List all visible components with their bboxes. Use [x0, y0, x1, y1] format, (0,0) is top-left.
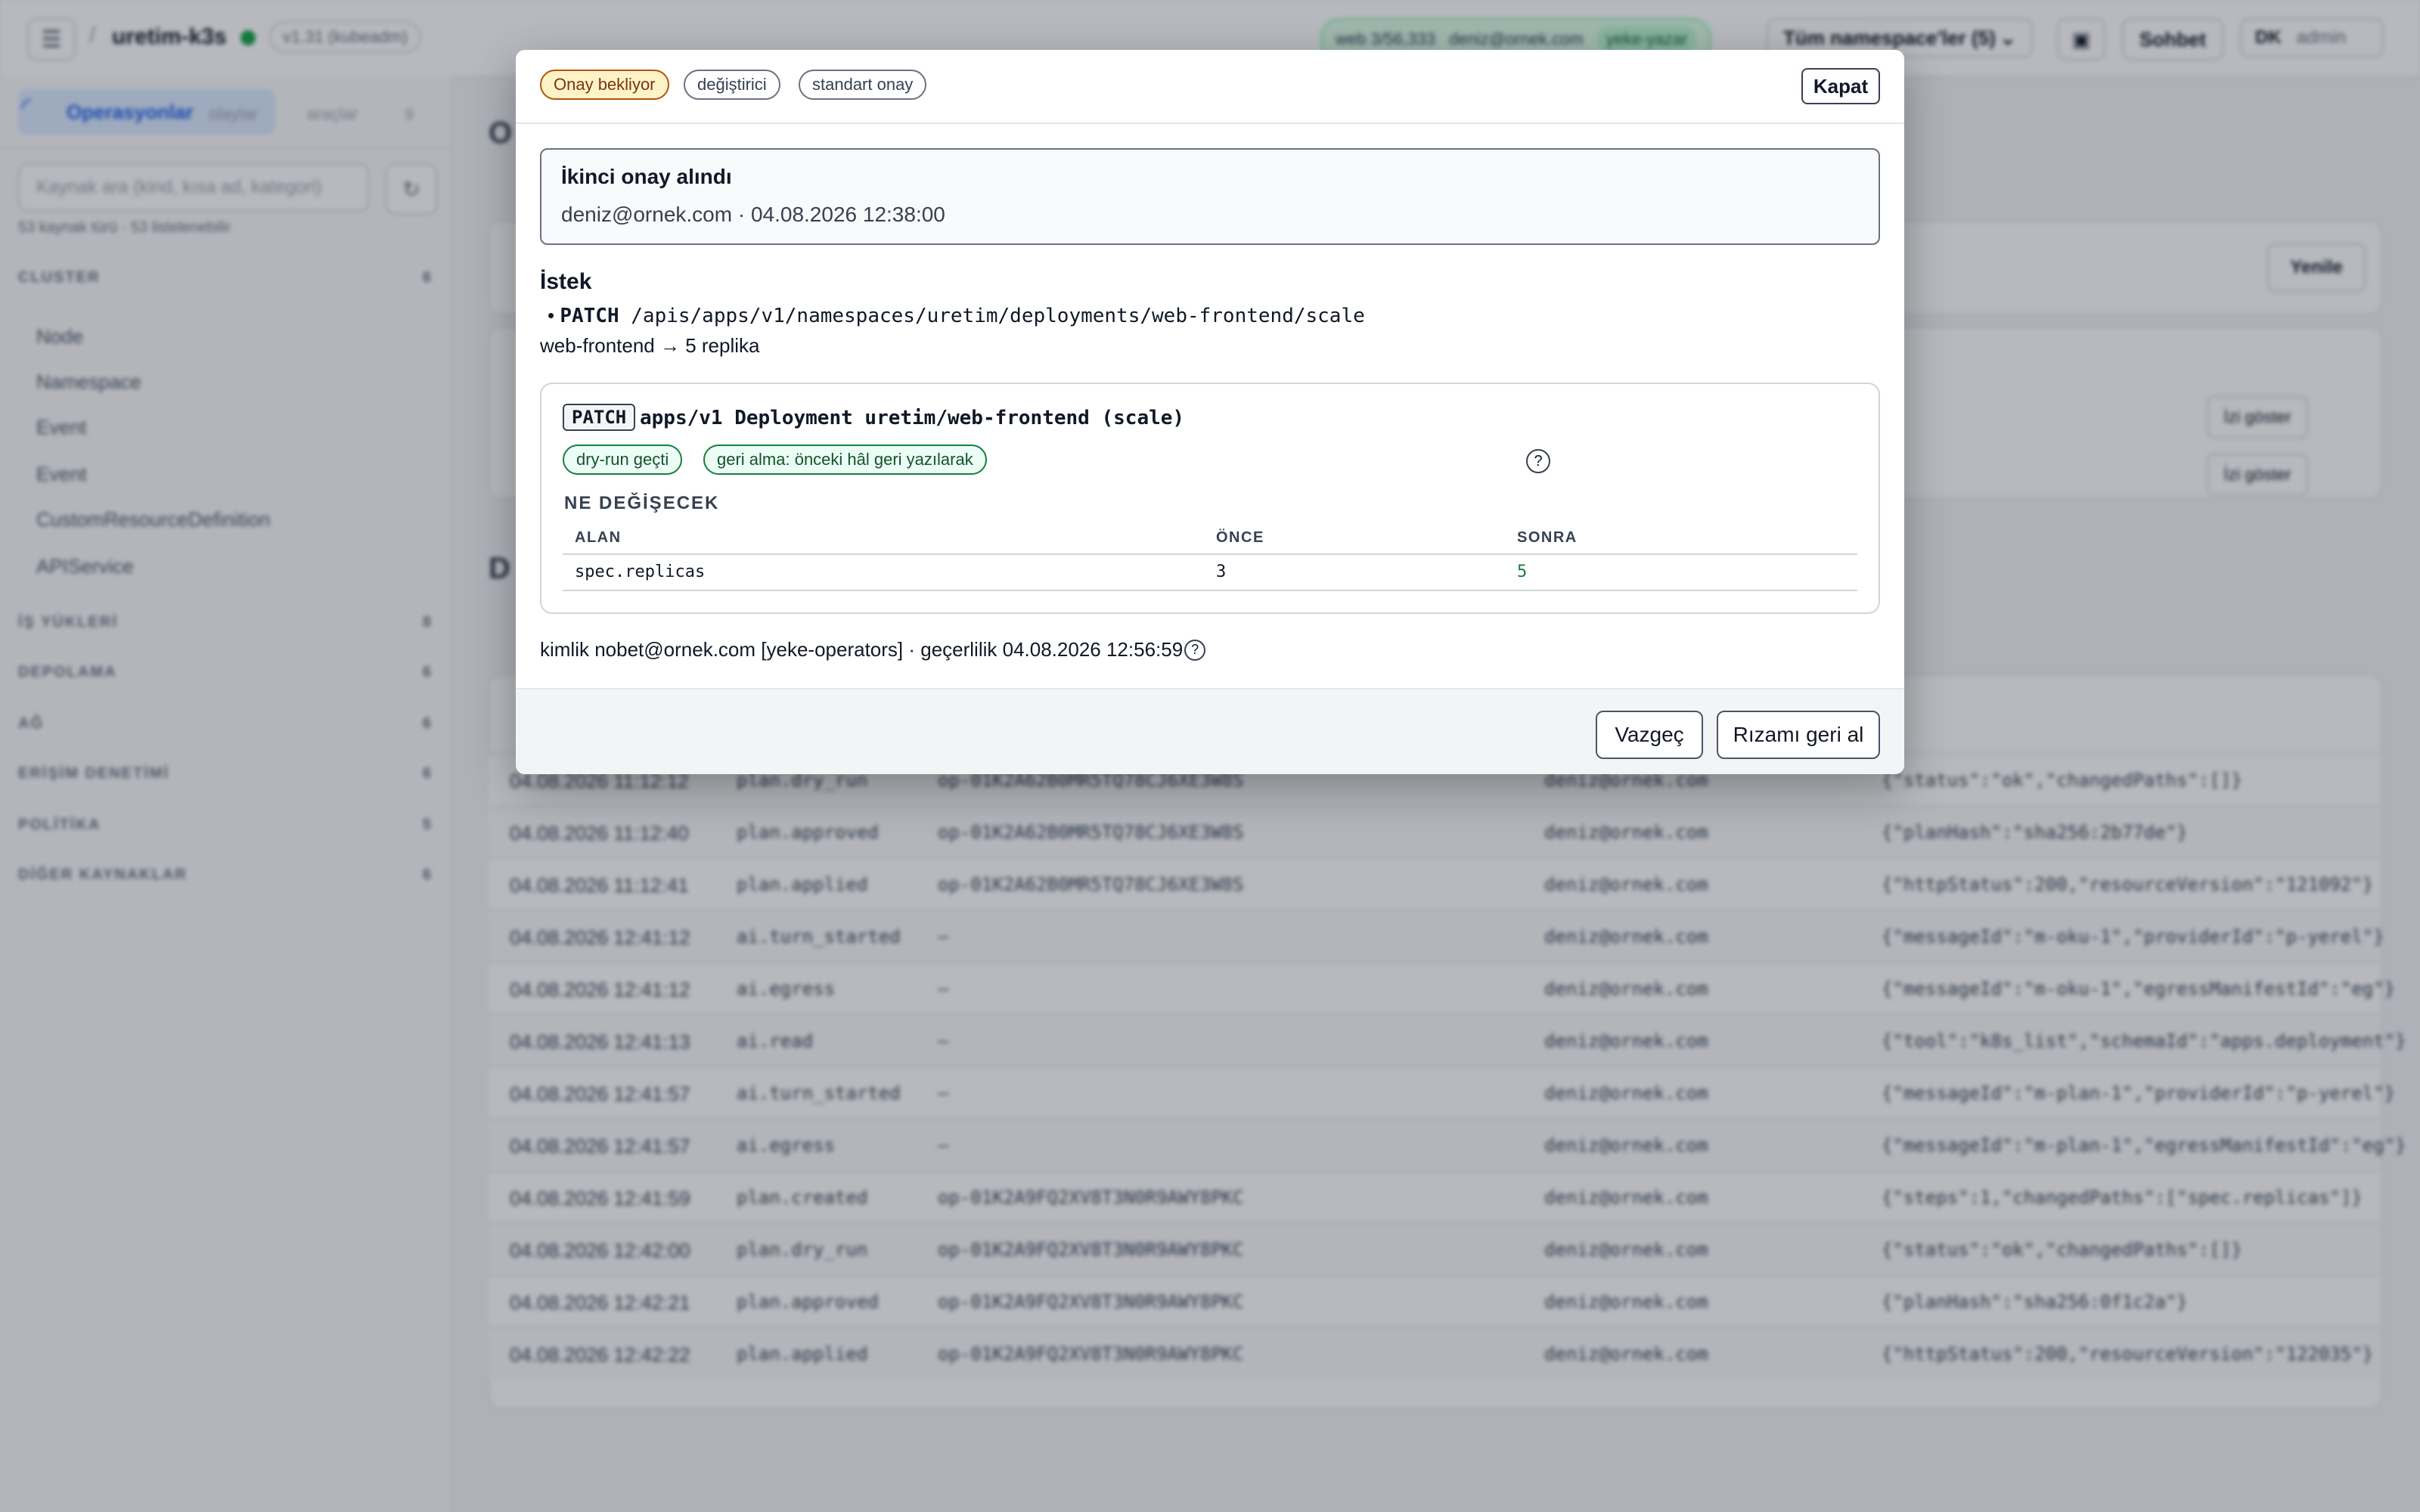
- close-button[interactable]: Kapat: [1801, 68, 1880, 104]
- plan-verb: PATCH: [563, 404, 636, 431]
- change-field: spec.replicas: [575, 562, 706, 581]
- bullet: •: [548, 304, 560, 327]
- identity-text: kimlik nobet@ornek.com [yeke-operators] …: [540, 638, 1184, 661]
- approval-notice: İkinci onay alındı deniz@ornek.com · 04.…: [540, 148, 1880, 245]
- request-path: /apis/apps/v1/namespaces/uretim/deployme…: [631, 305, 1365, 327]
- changes-heading: NE DEĞİŞECEK: [564, 493, 720, 513]
- col-field: ALAN: [575, 529, 622, 546]
- dialog-footer: Vazgeç Rızamı geri al: [516, 688, 1904, 774]
- request-verb: PATCH: [560, 305, 619, 327]
- notice-title: İkinci onay alındı: [561, 165, 732, 188]
- request-summary: web-frontend → 5 replika: [540, 334, 760, 357]
- notice-subtitle: deniz@ornek.com · 04.08.2026 12:38:00: [561, 203, 945, 226]
- revoke-consent-button[interactable]: Rızamı geri al: [1717, 711, 1880, 759]
- status-badge: Onay bekliyor: [540, 70, 669, 100]
- change-after: 5: [1517, 562, 1528, 581]
- help-icon[interactable]: ?: [1184, 639, 1206, 661]
- approval-dialog: Onay bekliyor değiştirici standart onay …: [516, 50, 1904, 774]
- help-icon[interactable]: ?: [1526, 449, 1550, 473]
- dialog-header: Onay bekliyor değiştirici standart onay …: [516, 50, 1904, 124]
- table-divider: [563, 553, 1857, 555]
- plan-target: apps/v1 Deployment uretim/web-frontend (…: [640, 407, 1185, 429]
- cancel-button[interactable]: Vazgeç: [1596, 711, 1703, 759]
- rollback-badge: geri alma: önceki hâl geri yazılarak: [703, 445, 987, 475]
- change-before: 3: [1216, 562, 1227, 581]
- kind-badge: değiştirici: [684, 70, 780, 100]
- col-before: ÖNCE: [1216, 529, 1264, 546]
- col-after: SONRA: [1517, 529, 1578, 546]
- dry-run-badge: dry-run geçti: [563, 445, 683, 475]
- table-divider: [563, 590, 1857, 591]
- plan-card: PATCH apps/v1 Deployment uretim/web-fron…: [540, 383, 1880, 614]
- request-heading: İstek: [540, 269, 592, 294]
- approval-badge: standart onay: [799, 70, 927, 100]
- request-line: • PATCH /apis/apps/v1/namespaces/uretim/…: [548, 304, 1365, 327]
- identity-line: kimlik nobet@ornek.com [yeke-operators] …: [540, 638, 1206, 662]
